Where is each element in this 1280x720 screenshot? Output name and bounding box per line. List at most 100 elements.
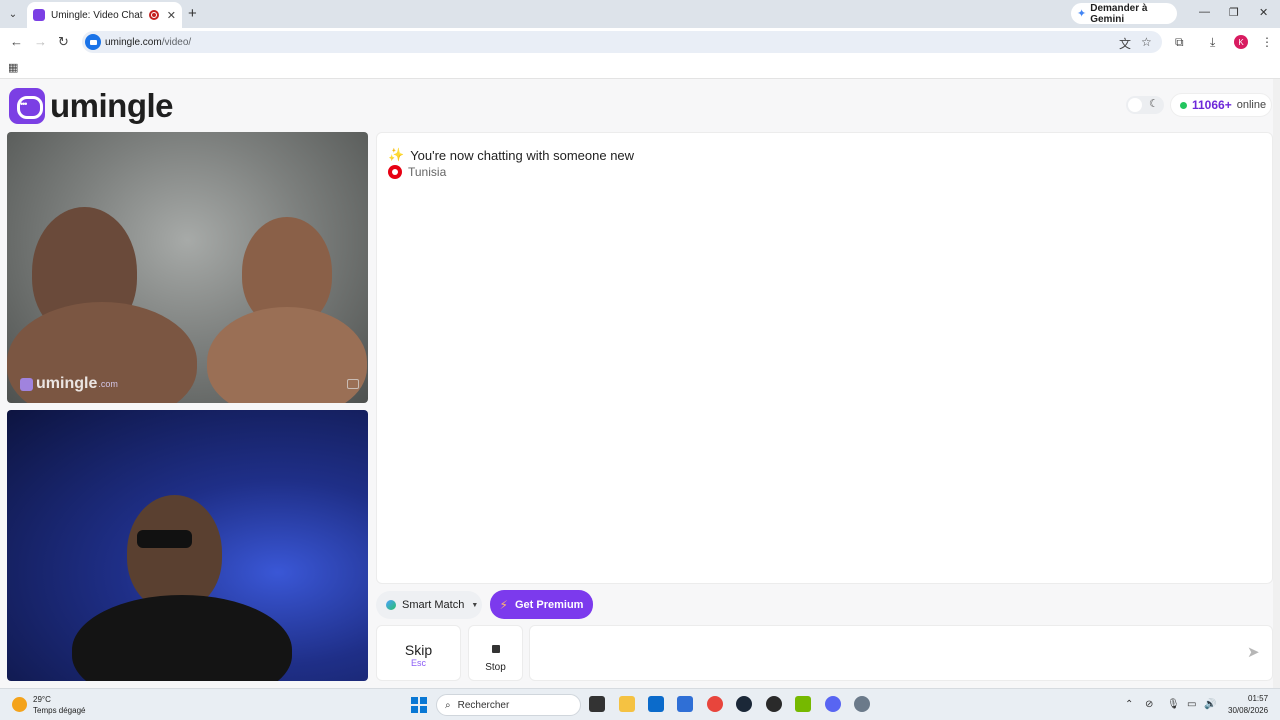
download-icon[interactable]: ⤓ (1210, 35, 1215, 50)
umingle-watermark: umingle .com (20, 375, 118, 393)
url-host: umingle.com (105, 37, 162, 48)
skip-button[interactable]: Skip Esc (376, 625, 461, 681)
volume-icon[interactable]: 🔊 (1204, 699, 1216, 710)
stranger-body-right (207, 307, 367, 403)
apps-grid-icon[interactable]: ▦ (8, 61, 18, 74)
report-flag-icon[interactable] (347, 379, 359, 389)
steam-icon[interactable] (736, 696, 752, 712)
search-icon: ⌕ (445, 699, 451, 711)
extensions-icon[interactable]: ⧉ (1175, 35, 1184, 50)
bookmarks-bar: ▦ (0, 56, 1280, 79)
forward-icon[interactable]: → (34, 34, 47, 49)
umingle-favicon-icon (33, 9, 45, 21)
window-close-icon[interactable]: ✕ (1259, 6, 1268, 19)
taskbar-search[interactable]: ⌕ Rechercher (436, 694, 581, 716)
gemini-icon: ✦ (1077, 8, 1087, 20)
clock-date[interactable]: 30/08/2026 (1228, 706, 1268, 715)
chevron-down-icon: ▼ (471, 601, 479, 609)
partner-country: Tunisia (408, 165, 447, 179)
address-bar[interactable] (82, 31, 1162, 53)
chrome-icon[interactable] (707, 696, 723, 712)
minimize-icon[interactable]: — (1199, 6, 1210, 18)
skip-shortcut: Esc (410, 658, 426, 668)
notifications-off-icon[interactable]: ⊘ (1145, 699, 1153, 710)
task-view-icon[interactable] (589, 696, 605, 712)
page-scrollbar[interactable] (1273, 79, 1280, 688)
browser-tab[interactable]: Umingle: Video Chat with S ✕ (27, 2, 182, 28)
self-sunglasses (137, 530, 192, 548)
partner-location: Tunisia (388, 165, 446, 179)
translate-icon[interactable]: 文 (1119, 35, 1131, 52)
stop-icon (491, 645, 500, 653)
site-logo[interactable]: umingle (9, 87, 174, 125)
bolt-icon: ⚡ (499, 597, 508, 612)
discord-icon[interactable] (825, 696, 841, 712)
globe-icon (386, 600, 396, 610)
skip-label: Skip (404, 642, 433, 658)
self-person-head (127, 495, 222, 610)
new-tab-icon[interactable]: + (188, 5, 197, 22)
bookmark-star-icon[interactable]: ☆ (1141, 35, 1152, 49)
app-icon[interactable] (677, 696, 693, 712)
watermark-suffix: .com (98, 379, 118, 389)
settings-gear-icon[interactable] (854, 696, 870, 712)
dark-mode-toggle[interactable]: ☾ (1126, 96, 1164, 114)
back-icon[interactable]: ← (10, 34, 23, 49)
chat-status-line: ✨ You're now chatting with someone new (388, 147, 634, 163)
self-person-body (72, 595, 292, 681)
site-info-icon[interactable] (85, 34, 101, 50)
stranger-video: umingle .com (7, 132, 368, 403)
stop-button[interactable]: Stop (468, 625, 523, 681)
online-status-dot (1180, 101, 1187, 109)
recording-icon (148, 10, 159, 20)
stop-label: Stop (485, 662, 506, 673)
url-text[interactable]: umingle.com/video/ (105, 37, 191, 48)
moon-icon: ☾ (1149, 98, 1159, 110)
gemini-button[interactable]: ✦ Demander à Gemini (1071, 2, 1177, 25)
logo-text: umingle (50, 87, 174, 124)
weather-moon-icon[interactable] (12, 697, 27, 712)
message-input[interactable] (540, 644, 1220, 664)
toggle-knob (1128, 98, 1142, 112)
taskbar: 29°C Temps dégagé ⌕ Rechercher ⌃ ⊘ 🎙 ▭ 🔊… (0, 688, 1280, 720)
taskbar-search-label: Rechercher (457, 699, 510, 711)
microphone-icon[interactable]: 🎙 (1167, 699, 1180, 710)
online-count: 11066+ (1192, 98, 1232, 112)
file-explorer-icon[interactable] (619, 696, 635, 712)
chat-status-message: You're now chatting with someone new (410, 147, 635, 163)
gemini-label: Demander à Gemini (1090, 2, 1148, 25)
profile-avatar[interactable]: K (1234, 35, 1248, 49)
online-label: online (1236, 99, 1267, 111)
clock-time[interactable]: 01:57 (1248, 694, 1268, 703)
page-content: umingle ☾ 11066+ online umingle .com ✨ Y… (0, 79, 1280, 688)
chat-panel: ✨ You're now chatting with someone new T… (376, 132, 1273, 584)
maximize-icon[interactable]: ❐ (1229, 6, 1239, 19)
message-composer: ➤ (529, 625, 1273, 681)
reload-icon[interactable]: ↻ (58, 34, 69, 50)
sparkle-icon: ✨ (388, 147, 405, 162)
online-counter: 11066+ online (1170, 93, 1272, 117)
tray-chevron-icon[interactable]: ⌃ (1125, 699, 1133, 710)
self-video (7, 410, 368, 681)
steam-alt-icon[interactable] (766, 696, 782, 712)
premium-label: Get Premium (514, 598, 584, 611)
network-icon[interactable]: ▭ (1187, 699, 1196, 710)
chat-bubble-logo-icon (9, 88, 45, 124)
tab-title: Umingle: Video Chat with S (51, 9, 145, 21)
menu-icon[interactable]: ⋮ (1261, 35, 1273, 49)
send-icon[interactable]: ➤ (1247, 643, 1260, 661)
windows-start-icon[interactable] (411, 697, 427, 713)
close-tab-icon[interactable]: ✕ (167, 9, 176, 22)
weather-temp: 29°C (33, 695, 51, 704)
watermark-logo-icon (20, 377, 33, 391)
tab-search-icon[interactable]: ⌄ (4, 5, 22, 23)
tunisia-flag-icon (388, 165, 402, 179)
smart-match-dropdown[interactable]: Smart Match ▼ (376, 591, 482, 619)
browser-tab-strip: ⌄ Umingle: Video Chat with S ✕ + ✦ Deman… (0, 0, 1280, 28)
store-icon[interactable] (648, 696, 664, 712)
smart-match-label: Smart Match (402, 599, 465, 611)
get-premium-button[interactable]: ⚡ Get Premium (490, 590, 593, 619)
nvidia-icon[interactable] (795, 696, 811, 712)
url-path: /video/ (161, 37, 192, 48)
watermark-text: umingle (36, 375, 98, 392)
